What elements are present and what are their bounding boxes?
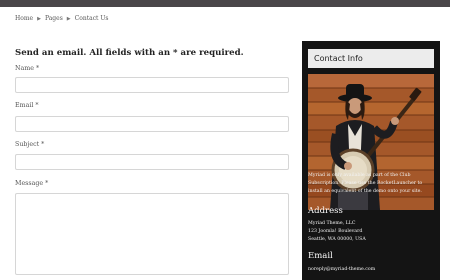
email-label: Email * [15, 102, 39, 109]
subject-label: Subject * [15, 141, 45, 148]
promo-line: Myriad is only available as part of the … [308, 173, 411, 178]
breadcrumb-separator-icon: ▶ [37, 15, 41, 22]
address-line: Seattle, WA 00000, USA [308, 237, 366, 242]
message-field[interactable] [15, 193, 289, 275]
name-field[interactable] [15, 77, 289, 93]
email-address: noreply@myriad-theme.com [308, 267, 376, 272]
contact-sidebar: Contact Info Myriad is only available as… [302, 41, 440, 280]
promo-line: install an equivalent of the demo onto y… [308, 189, 422, 194]
name-label: Name * [15, 65, 40, 72]
address-line: 123 Joomla! Boulevard [308, 229, 363, 234]
address-block: Myriad Theme, LLC 123 Joomla! Boulevard … [308, 220, 434, 244]
breadcrumb-current: Contact Us [74, 15, 109, 22]
form-title: Send an email. All fields with an * are … [15, 48, 244, 58]
breadcrumb-separator-icon: ▶ [66, 15, 71, 22]
address-heading: Address [308, 206, 343, 216]
breadcrumb: Home ▶ Pages ▶ Contact Us [15, 15, 109, 22]
promo-text: Myriad is only available as part of the … [308, 172, 434, 196]
address-line: Myriad Theme, LLC [308, 221, 356, 226]
promo-line: Subscription. Please use the RocketLaunc… [308, 181, 423, 186]
sidebar-title: Contact Info [308, 49, 434, 68]
breadcrumb-home[interactable]: Home [15, 15, 33, 22]
email-field[interactable] [15, 116, 289, 132]
breadcrumb-pages[interactable]: Pages [45, 15, 63, 22]
message-label: Message * [15, 180, 49, 187]
email-heading: Email [308, 251, 333, 261]
subject-field[interactable] [15, 154, 289, 170]
top-bar [0, 0, 450, 7]
